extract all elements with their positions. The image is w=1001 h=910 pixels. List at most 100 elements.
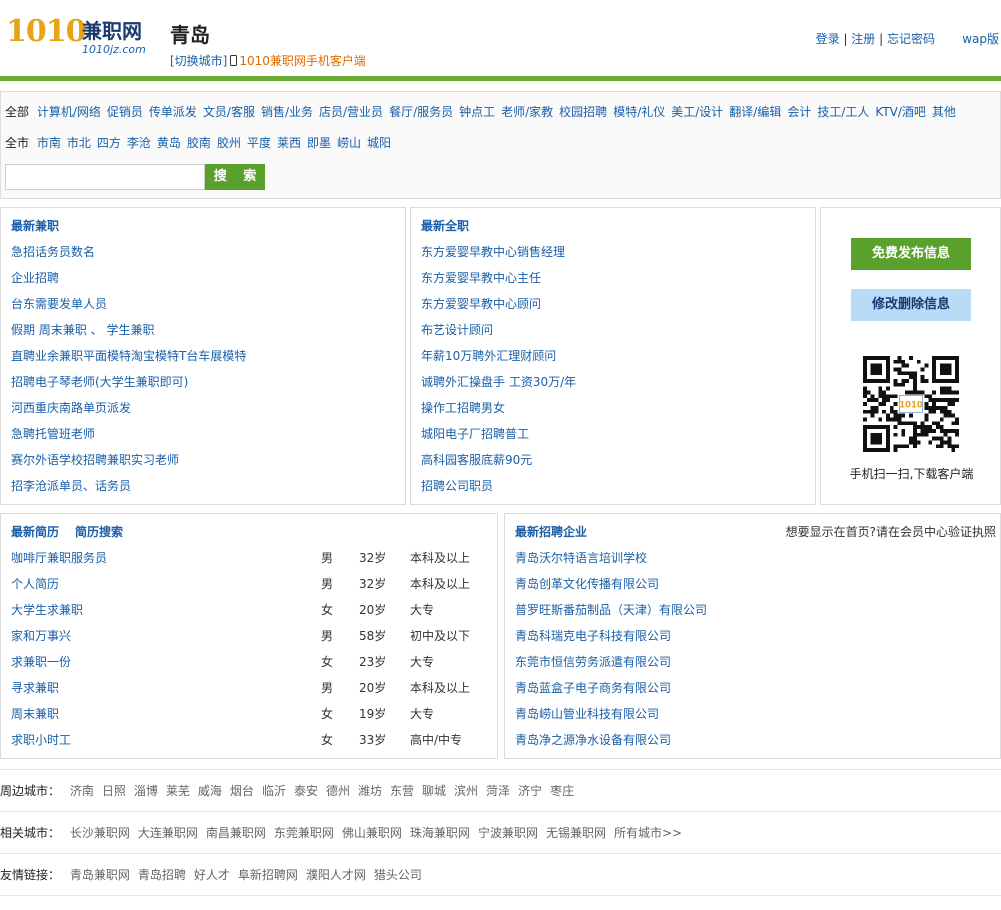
parttime-job-link[interactable]: 赛尔外语学校招聘兼职实习老师: [11, 453, 179, 467]
district-all[interactable]: 全市: [5, 136, 29, 150]
related-city-link[interactable]: 珠海兼职网: [410, 826, 470, 840]
nearby-city-link[interactable]: 日照: [102, 784, 126, 798]
nearby-city-link[interactable]: 淄博: [134, 784, 158, 798]
fulltime-job-link[interactable]: 城阳电子厂招聘普工: [421, 427, 529, 441]
district-link[interactable]: 胶州: [217, 136, 241, 150]
category-link[interactable]: 钟点工: [459, 105, 495, 119]
district-link[interactable]: 黄岛: [157, 136, 181, 150]
fulltime-job-link[interactable]: 东方爱婴早教中心主任: [421, 271, 541, 285]
nearby-city-link[interactable]: 枣庄: [550, 784, 574, 798]
category-link[interactable]: KTV/酒吧: [875, 105, 926, 119]
publish-info-button[interactable]: 免费发布信息: [851, 238, 971, 270]
district-link[interactable]: 市北: [67, 136, 91, 150]
edit-delete-info-button[interactable]: 修改删除信息: [851, 289, 971, 321]
site-logo[interactable]: 1010 兼职网 1010jz.com: [6, 14, 156, 60]
related-city-link[interactable]: 长沙兼职网: [70, 826, 130, 840]
company-link[interactable]: 东莞市恒信劳务派遣有限公司: [515, 655, 671, 669]
latest-parttime-title[interactable]: 最新兼职: [11, 218, 59, 234]
nearby-city-link[interactable]: 泰安: [294, 784, 318, 798]
fulltime-job-link[interactable]: 东方爱婴早教中心销售经理: [421, 245, 565, 259]
district-link[interactable]: 平度: [247, 136, 271, 150]
company-link[interactable]: 青岛沃尔特语言培训学校: [515, 551, 647, 565]
register-link[interactable]: 注册: [851, 32, 875, 46]
parttime-job-link[interactable]: 直聘业余兼职平面模特淘宝模特T台车展模特: [11, 349, 246, 363]
fulltime-job-link[interactable]: 东方爱婴早教中心顾问: [421, 297, 541, 311]
company-link[interactable]: 青岛科瑞克电子科技有限公司: [515, 629, 671, 643]
fulltime-job-link[interactable]: 招聘公司职员: [421, 479, 493, 493]
category-all[interactable]: 全部: [5, 105, 29, 119]
switch-city-link[interactable]: [切换城市]: [170, 54, 227, 68]
company-link[interactable]: 青岛创革文化传播有限公司: [515, 577, 659, 591]
resume-name-link[interactable]: 个人简历: [11, 576, 59, 592]
district-link[interactable]: 莱西: [277, 136, 301, 150]
nearby-city-link[interactable]: 临沂: [262, 784, 286, 798]
parttime-job-link[interactable]: 急招话务员数名: [11, 245, 95, 259]
resume-name-link[interactable]: 家和万事兴: [11, 628, 71, 644]
search-input[interactable]: [5, 164, 205, 190]
company-link[interactable]: 普罗旺斯番茄制品（天津）有限公司: [515, 603, 707, 617]
district-link[interactable]: 崂山: [337, 136, 361, 150]
friend-link[interactable]: 青岛招聘: [138, 868, 186, 882]
parttime-job-link[interactable]: 招聘电子琴老师(大学生兼职即可): [11, 375, 188, 389]
related-city-link[interactable]: 南昌兼职网: [206, 826, 266, 840]
related-city-link[interactable]: 东莞兼职网: [274, 826, 334, 840]
wap-link[interactable]: wap版: [962, 31, 999, 47]
district-link[interactable]: 城阳: [367, 136, 391, 150]
fulltime-job-link[interactable]: 高科园客服底薪90元: [421, 453, 532, 467]
friend-link[interactable]: 濮阳人才网: [306, 868, 366, 882]
district-link[interactable]: 李沧: [127, 136, 151, 150]
fulltime-job-link[interactable]: 操作工招聘男女: [421, 401, 505, 415]
related-city-link[interactable]: 所有城市>>: [614, 826, 682, 840]
category-link[interactable]: 传单派发: [149, 105, 197, 119]
friend-link[interactable]: 好人才: [194, 868, 230, 882]
nearby-city-link[interactable]: 烟台: [230, 784, 254, 798]
resume-name-link[interactable]: 大学生求兼职: [11, 602, 83, 618]
category-link[interactable]: 店员/营业员: [319, 105, 383, 119]
forgot-password-link[interactable]: 忘记密码: [887, 32, 935, 46]
resume-name-link[interactable]: 周末兼职: [11, 706, 59, 722]
category-link[interactable]: 餐厅/服务员: [389, 105, 453, 119]
company-link[interactable]: 青岛蓝盒子电子商务有限公司: [515, 681, 671, 695]
related-city-link[interactable]: 大连兼职网: [138, 826, 198, 840]
nearby-city-link[interactable]: 菏泽: [486, 784, 510, 798]
category-link[interactable]: 老师/家教: [501, 105, 553, 119]
category-link[interactable]: 模特/礼仪: [613, 105, 665, 119]
fulltime-job-link[interactable]: 布艺设计顾问: [421, 323, 493, 337]
parttime-job-link[interactable]: 台东需要发单人员: [11, 297, 107, 311]
parttime-job-link[interactable]: 河西重庆南路单页派发: [11, 401, 131, 415]
company-link[interactable]: 青岛崂山管业科技有限公司: [515, 707, 659, 721]
category-link[interactable]: 促销员: [107, 105, 143, 119]
friend-link[interactable]: 阜新招聘网: [238, 868, 298, 882]
category-link[interactable]: 销售/业务: [261, 105, 313, 119]
nearby-city-link[interactable]: 济南: [70, 784, 94, 798]
mobile-app-link[interactable]: 1010兼职网手机客户端: [239, 54, 366, 68]
friend-link[interactable]: 青岛兼职网: [70, 868, 130, 882]
related-city-link[interactable]: 宁波兼职网: [478, 826, 538, 840]
nearby-city-link[interactable]: 威海: [198, 784, 222, 798]
related-city-link[interactable]: 无锡兼职网: [546, 826, 606, 840]
parttime-job-link[interactable]: 招李沧派单员、话务员: [11, 479, 131, 493]
fulltime-job-link[interactable]: 年薪10万聘外汇理财顾问: [421, 349, 556, 363]
category-link[interactable]: 美工/设计: [671, 105, 723, 119]
district-link[interactable]: 胶南: [187, 136, 211, 150]
district-link[interactable]: 四方: [97, 136, 121, 150]
nearby-city-link[interactable]: 莱芜: [166, 784, 190, 798]
category-link[interactable]: 校园招聘: [559, 105, 607, 119]
category-link[interactable]: 翻译/编辑: [729, 105, 781, 119]
category-link[interactable]: 技工/工人: [817, 105, 869, 119]
nearby-city-link[interactable]: 滨州: [454, 784, 478, 798]
nearby-city-link[interactable]: 潍坊: [358, 784, 382, 798]
district-link[interactable]: 市南: [37, 136, 61, 150]
resume-search-link[interactable]: 简历搜索: [75, 524, 123, 540]
nearby-city-link[interactable]: 德州: [326, 784, 350, 798]
nearby-city-link[interactable]: 济宁: [518, 784, 542, 798]
resume-name-link[interactable]: 求职小时工: [11, 732, 71, 748]
latest-resumes-title[interactable]: 最新简历: [11, 524, 59, 540]
nearby-city-link[interactable]: 东营: [390, 784, 414, 798]
category-link[interactable]: 文员/客服: [203, 105, 255, 119]
resume-name-link[interactable]: 求兼职一份: [11, 654, 71, 670]
district-link[interactable]: 即墨: [307, 136, 331, 150]
fulltime-job-link[interactable]: 诚聘外汇操盘手 工资30万/年: [421, 375, 576, 389]
category-link[interactable]: 其他: [932, 105, 956, 119]
parttime-job-link[interactable]: 假期 周末兼职 、 学生兼职: [11, 323, 154, 337]
